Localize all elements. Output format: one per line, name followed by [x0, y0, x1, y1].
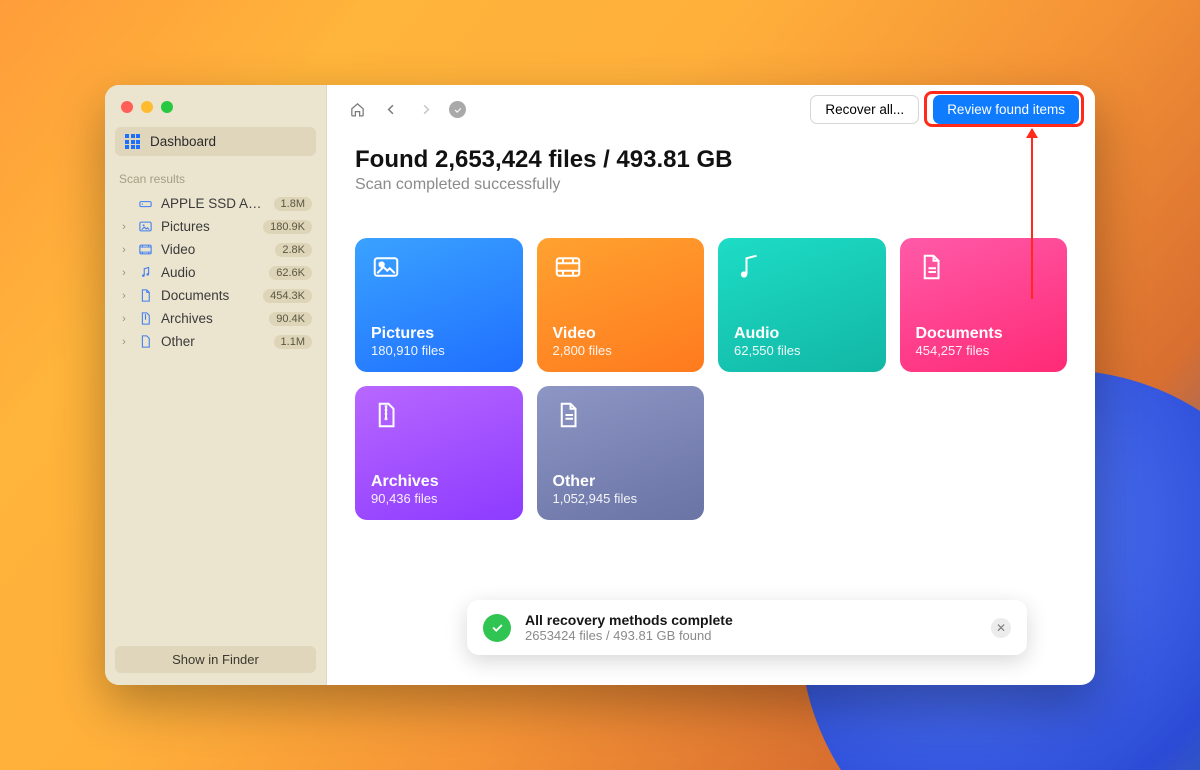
card-subtitle: 2,800 files: [553, 343, 689, 358]
sidebar-item-documents[interactable]: › Documents 454.3K: [115, 284, 316, 307]
chevron-right-icon: ›: [119, 244, 129, 256]
window-controls: [115, 97, 316, 127]
card-title: Audio: [734, 325, 870, 343]
zoom-window-button[interactable]: [161, 101, 173, 113]
audio-icon: [734, 252, 870, 287]
category-cards: Pictures180,910 files Video2,800 files A…: [355, 238, 1067, 520]
picture-icon: [137, 219, 153, 234]
toast-title: All recovery methods complete: [525, 612, 733, 628]
toast-close-button[interactable]: ✕: [991, 618, 1011, 638]
annotation-arrow: [1031, 129, 1033, 299]
sidebar-item-audio[interactable]: › Audio 62.6K: [115, 261, 316, 284]
count-badge: 62.6K: [269, 266, 312, 280]
results-title: Found 2,653,424 files / 493.81 GB: [355, 146, 1067, 174]
card-audio[interactable]: Audio62,550 files: [718, 238, 886, 372]
dashboard-label: Dashboard: [150, 134, 216, 149]
sidebar-item-other[interactable]: › Other 1.1M: [115, 330, 316, 353]
count-badge: 2.8K: [275, 243, 312, 257]
card-title: Other: [553, 473, 689, 491]
chevron-right-icon: ›: [119, 336, 129, 348]
archive-icon: [371, 400, 507, 435]
sidebar-item-dashboard[interactable]: Dashboard: [115, 127, 316, 156]
card-subtitle: 62,550 files: [734, 343, 870, 358]
picture-icon: [371, 252, 507, 287]
sidebar-item-archives[interactable]: › Archives 90.4K: [115, 307, 316, 330]
toast-subtitle: 2653424 files / 493.81 GB found: [525, 628, 733, 643]
card-title: Documents: [916, 325, 1052, 343]
chevron-right-icon: ›: [119, 313, 129, 325]
card-pictures[interactable]: Pictures180,910 files: [355, 238, 523, 372]
card-subtitle: 454,257 files: [916, 343, 1052, 358]
dashboard-icon: [125, 134, 140, 149]
chevron-right-icon: ›: [119, 267, 129, 279]
card-subtitle: 90,436 files: [371, 491, 507, 506]
main-pane: Recover all... Review found items Found …: [327, 85, 1095, 685]
minimize-window-button[interactable]: [141, 101, 153, 113]
sidebar: Dashboard Scan results APPLE SSD AP0... …: [105, 85, 327, 685]
card-subtitle: 180,910 files: [371, 343, 507, 358]
count-badge: 454.3K: [263, 289, 312, 303]
sidebar-item-video[interactable]: › Video 2.8K: [115, 238, 316, 261]
count-badge: 1.1M: [274, 335, 312, 349]
toolbar: Recover all... Review found items: [327, 85, 1095, 130]
card-title: Archives: [371, 473, 507, 491]
sidebar-item-label: Pictures: [161, 219, 255, 234]
card-title: Pictures: [371, 325, 507, 343]
card-video[interactable]: Video2,800 files: [537, 238, 705, 372]
sidebar-item-label: Audio: [161, 265, 261, 280]
drive-count-badge: 1.8M: [274, 197, 312, 211]
video-icon: [137, 242, 153, 257]
review-found-items-button[interactable]: Review found items: [933, 95, 1079, 124]
success-icon: [483, 614, 511, 642]
drive-label: APPLE SSD AP0...: [161, 196, 266, 211]
sidebar-item-label: Archives: [161, 311, 261, 326]
nav-back-button[interactable]: [381, 100, 401, 120]
count-badge: 90.4K: [269, 312, 312, 326]
recover-all-button[interactable]: Recover all...: [810, 95, 919, 124]
document-icon: [137, 288, 153, 303]
file-icon: [553, 400, 689, 435]
card-other[interactable]: Other1,052,945 files: [537, 386, 705, 520]
sidebar-item-label: Video: [161, 242, 267, 257]
close-window-button[interactable]: [121, 101, 133, 113]
nav-forward-button[interactable]: [415, 100, 435, 120]
sidebar-item-pictures[interactable]: › Pictures 180.9K: [115, 215, 316, 238]
content: Found 2,653,424 files / 493.81 GB Scan c…: [327, 130, 1095, 520]
card-documents[interactable]: Documents454,257 files: [900, 238, 1068, 372]
card-title: Video: [553, 325, 689, 343]
video-icon: [553, 252, 689, 287]
chevron-right-icon: ›: [119, 290, 129, 302]
sidebar-section-label: Scan results: [119, 172, 312, 186]
chevron-right-icon: ›: [119, 221, 129, 233]
show-in-finder-button[interactable]: Show in Finder: [115, 646, 316, 673]
app-window: Dashboard Scan results APPLE SSD AP0... …: [105, 85, 1095, 685]
file-icon: [137, 334, 153, 349]
archive-icon: [137, 311, 153, 326]
sidebar-item-drive[interactable]: APPLE SSD AP0... 1.8M: [115, 192, 316, 215]
completion-toast: All recovery methods complete 2653424 fi…: [467, 600, 1027, 655]
sidebar-item-label: Documents: [161, 288, 255, 303]
count-badge: 180.9K: [263, 220, 312, 234]
drive-icon: [137, 196, 153, 211]
scan-complete-icon: [449, 101, 466, 118]
card-archives[interactable]: Archives90,436 files: [355, 386, 523, 520]
home-button[interactable]: [347, 100, 367, 120]
card-subtitle: 1,052,945 files: [553, 491, 689, 506]
audio-icon: [137, 265, 153, 280]
results-subtitle: Scan completed successfully: [355, 176, 1067, 194]
sidebar-item-label: Other: [161, 334, 266, 349]
